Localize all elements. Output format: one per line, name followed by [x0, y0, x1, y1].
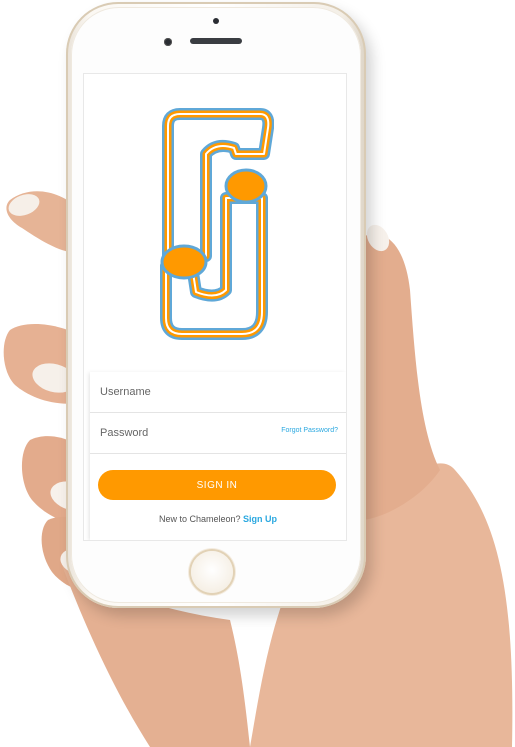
signup-prompt-text: New to Chameleon?: [158, 514, 241, 524]
username-input[interactable]: [98, 372, 272, 412]
chameleon-logo-icon: [160, 108, 274, 340]
app-screen: Forgot Password? SIGN IN New to Chameleo…: [84, 74, 346, 540]
signup-prompt: New to Chameleon? Sign Up: [90, 514, 346, 524]
phone-frame: Forgot Password? SIGN IN New to Chameleo…: [66, 2, 366, 608]
login-form: Forgot Password? SIGN IN New to Chameleo…: [90, 372, 346, 540]
proximity-sensor: [213, 18, 219, 24]
forgot-password-link[interactable]: Forgot Password?: [281, 427, 338, 434]
earpiece-speaker: [190, 38, 242, 44]
home-button[interactable]: [191, 551, 233, 593]
front-camera-icon: [164, 38, 172, 46]
sign-up-link[interactable]: Sign Up: [243, 514, 277, 524]
password-input[interactable]: [98, 413, 272, 453]
logo-area: [84, 74, 346, 372]
username-row: [90, 372, 346, 413]
sign-in-button[interactable]: SIGN IN: [98, 470, 336, 500]
password-row: Forgot Password?: [90, 413, 346, 454]
